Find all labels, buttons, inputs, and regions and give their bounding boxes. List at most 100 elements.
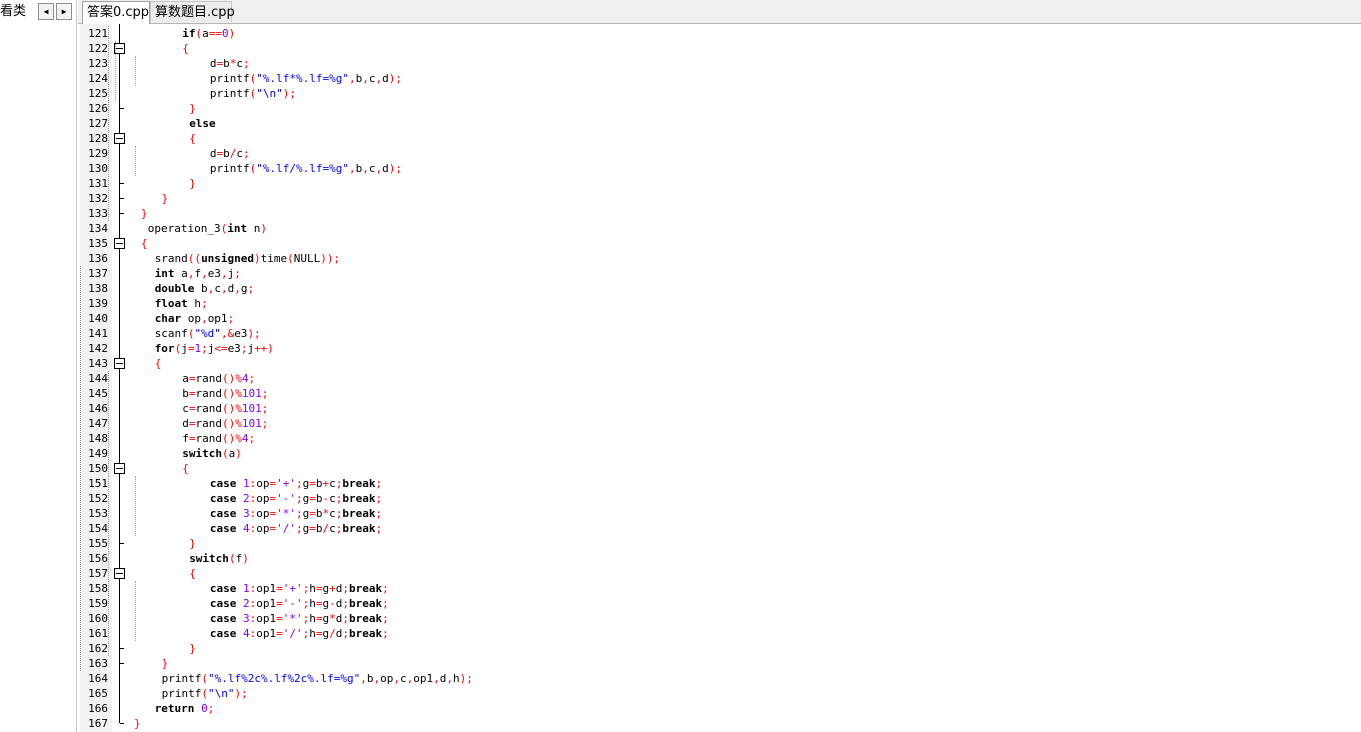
code-token: time bbox=[260, 252, 288, 265]
code-token: ; bbox=[243, 57, 250, 70]
code-line[interactable]: float h; bbox=[155, 296, 208, 311]
code-line[interactable]: case 2:op='-';g=b-c;break; bbox=[210, 491, 382, 506]
scroll-right-button[interactable]: ▶ bbox=[56, 3, 72, 20]
fold-margin[interactable] bbox=[112, 24, 128, 732]
code-line[interactable]: { bbox=[155, 356, 162, 371]
line-number: 151 bbox=[88, 477, 108, 490]
fold-collapse-icon[interactable] bbox=[114, 463, 125, 474]
code-line[interactable]: b=rand()%101; bbox=[182, 386, 268, 401]
code-token: , bbox=[360, 672, 367, 685]
code-token: ++) bbox=[254, 342, 274, 355]
code-line[interactable]: return 0; bbox=[155, 701, 215, 716]
code-line[interactable]: c=rand()%101; bbox=[182, 401, 268, 416]
line-number: 130 bbox=[88, 162, 108, 175]
class-view-tab[interactable]: 看类 bbox=[0, 2, 30, 22]
arrow-left-icon: ◀ bbox=[43, 6, 49, 16]
code-line[interactable]: printf("%.lf*%.lf=%g",b,c,d); bbox=[210, 71, 402, 86]
code-line[interactable]: } bbox=[141, 206, 148, 221]
code-line[interactable]: } bbox=[189, 641, 196, 656]
code-token: h bbox=[309, 597, 316, 610]
indent-guide bbox=[135, 56, 136, 86]
code-line[interactable]: d=b/c; bbox=[210, 146, 250, 161]
code-token: switch bbox=[182, 447, 223, 460]
code-token: printf bbox=[161, 672, 202, 685]
code-token: <= bbox=[214, 342, 228, 355]
code-line[interactable]: case 3:op1='*';h=g*d;break; bbox=[210, 611, 389, 626]
tab-scroll-buttons: ◀ ▶ bbox=[38, 3, 74, 20]
code-line[interactable]: case 4:op1='/';h=g/d;break; bbox=[210, 626, 389, 641]
code-line[interactable]: a=rand()%4; bbox=[182, 371, 255, 386]
code-line[interactable]: printf("\n"); bbox=[210, 86, 296, 101]
code-line[interactable]: } bbox=[189, 176, 196, 191]
code-line[interactable]: } bbox=[134, 716, 141, 731]
line-number: 161 bbox=[88, 627, 108, 640]
code-line[interactable]: } bbox=[189, 536, 196, 551]
tab-question-file[interactable]: 算数题目.cpp bbox=[150, 1, 235, 22]
code-line[interactable]: case 1:op='+';g=b+c;break; bbox=[210, 476, 382, 491]
code-line[interactable]: if(a==0) bbox=[182, 26, 235, 41]
code-line[interactable]: else bbox=[189, 116, 216, 131]
tab-answer-file[interactable]: 答案0.cpp bbox=[82, 1, 150, 24]
line-number: 138 bbox=[88, 282, 108, 295]
code-line[interactable]: d=rand()%101; bbox=[182, 416, 268, 431]
code-line[interactable]: int a,f,e3,j; bbox=[155, 266, 241, 281]
editor-pane[interactable]: 121 122 123 124 125 126 127 128 129 130 131 132 133 1… bbox=[80, 24, 1361, 732]
code-line[interactable]: case 2:op1='-';h=g-d;break; bbox=[210, 596, 389, 611]
code-token: ; bbox=[247, 282, 255, 295]
code-line[interactable]: case 4:op='/';g=b/c;break; bbox=[210, 521, 382, 536]
fold-collapse-icon[interactable] bbox=[114, 133, 125, 144]
code-line[interactable]: } bbox=[189, 101, 196, 116]
code-token: )); bbox=[320, 252, 341, 265]
code-line[interactable]: { bbox=[141, 236, 148, 251]
code-line[interactable]: srand((unsigned)time(NULL)); bbox=[155, 251, 340, 266]
code-line[interactable]: switch(a) bbox=[182, 446, 242, 461]
code-token: ; bbox=[227, 312, 235, 325]
code-line[interactable]: printf("%.lf/%.lf=%g",b,c,d); bbox=[210, 161, 402, 176]
code-line[interactable]: { bbox=[189, 566, 196, 581]
code-line[interactable]: operation_3(int n) bbox=[148, 221, 267, 236]
code-line[interactable]: char op,op1; bbox=[155, 311, 235, 326]
code-line[interactable]: d=b*c; bbox=[210, 56, 250, 71]
code-line[interactable]: } bbox=[162, 191, 169, 206]
code-token: printf bbox=[161, 687, 202, 700]
code-line[interactable]: printf("\n"); bbox=[162, 686, 248, 701]
fold-collapse-icon[interactable] bbox=[114, 358, 125, 369]
fold-collapse-icon[interactable] bbox=[114, 238, 125, 249]
code-token: ()% bbox=[222, 387, 242, 400]
code-line[interactable]: { bbox=[182, 461, 189, 476]
code-token: 1 bbox=[243, 477, 250, 490]
scroll-left-button[interactable]: ◀ bbox=[38, 3, 54, 20]
indent-guide bbox=[108, 371, 109, 656]
code-token: 4 bbox=[241, 432, 249, 445]
code-text-area[interactable]: if(a==0){d=b*c; printf("%.lf*%.lf=%g",b,c… bbox=[80, 24, 1361, 732]
code-token: d bbox=[382, 72, 389, 85]
code-line[interactable]: f=rand()%4; bbox=[182, 431, 255, 446]
fold-collapse-icon[interactable] bbox=[114, 568, 125, 579]
code-token: "%.lf%2c%.lf%2c%.lf=%g" bbox=[207, 672, 361, 685]
code-token: d bbox=[382, 162, 389, 175]
code-token: int bbox=[154, 267, 175, 280]
code-line[interactable]: case 3:op='*';g=b*c;break; bbox=[210, 506, 382, 521]
code-line[interactable]: scanf("%d",&e3); bbox=[155, 326, 261, 341]
code-line[interactable]: switch(f) bbox=[189, 551, 249, 566]
code-line[interactable]: { bbox=[189, 131, 196, 146]
code-token: rand bbox=[195, 417, 223, 430]
code-line[interactable]: for(j=1;j<=e3;j++) bbox=[155, 341, 274, 356]
line-number: 167 bbox=[88, 717, 108, 730]
code-token: rand bbox=[195, 372, 223, 385]
code-token: a bbox=[182, 372, 189, 385]
code-token: ; bbox=[248, 432, 256, 445]
code-line[interactable]: case 1:op1='+';h=g+d;break; bbox=[210, 581, 389, 596]
code-line[interactable]: } bbox=[162, 656, 169, 671]
line-number: 154 bbox=[88, 522, 108, 535]
code-token: ; bbox=[207, 702, 215, 715]
code-token: , bbox=[220, 282, 228, 295]
code-token: ; bbox=[296, 522, 303, 535]
code-line[interactable]: { bbox=[182, 41, 189, 56]
code-token: "%d" bbox=[194, 327, 221, 340]
code-token: e3 bbox=[227, 342, 241, 355]
code-line[interactable]: printf("%.lf%2c%.lf%2c%.lf=%g",b,op,c,op… bbox=[162, 671, 473, 686]
code-line[interactable]: double b,c,d,g; bbox=[155, 281, 254, 296]
fold-end-marker bbox=[120, 723, 124, 724]
line-number: 128 bbox=[88, 132, 108, 145]
